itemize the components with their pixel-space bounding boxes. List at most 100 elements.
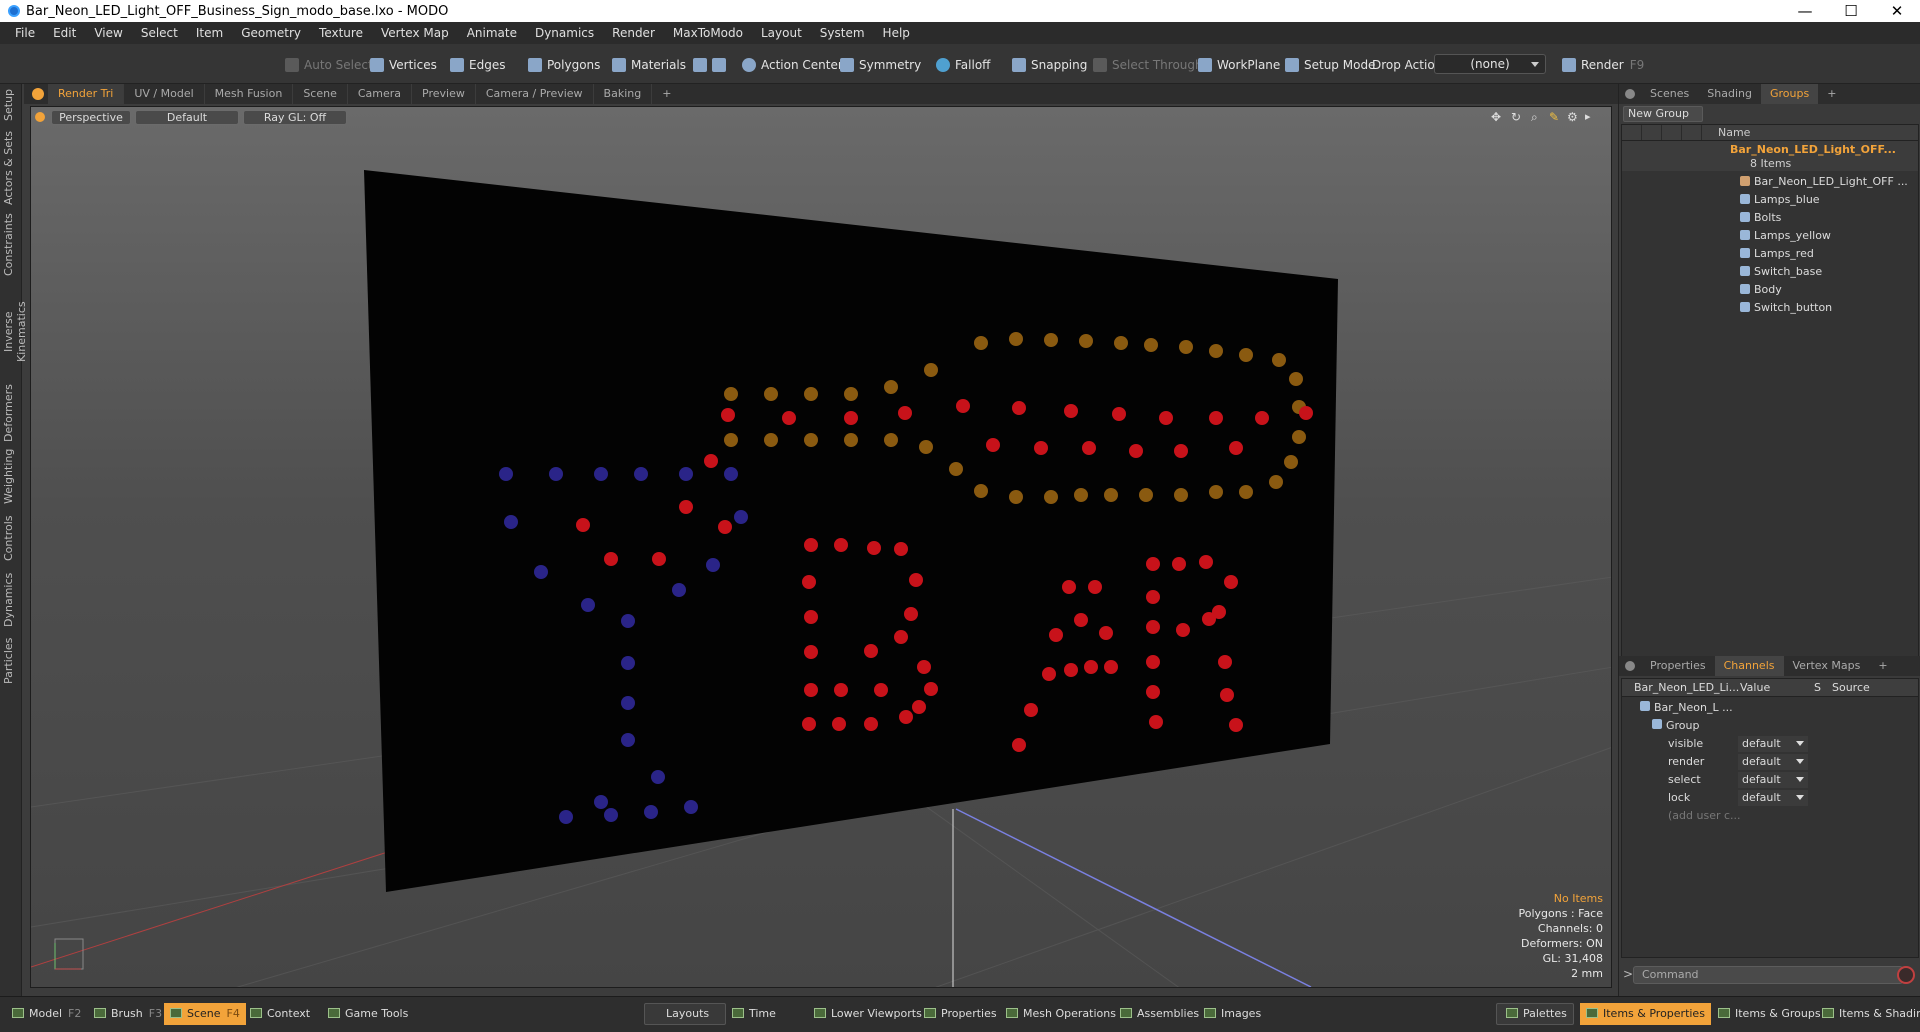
menu-item[interactable]: Item — [196, 26, 223, 40]
viewport-menu-icon[interactable] — [32, 88, 44, 100]
group-item[interactable]: Lamps_red — [1622, 245, 1920, 263]
tab-render-tri[interactable]: Render Tri — [48, 84, 125, 104]
channels-group-row[interactable]: Group — [1622, 717, 1918, 735]
menu-file[interactable]: File — [15, 26, 35, 40]
add-panel-tab-button[interactable]: + — [1869, 656, 1896, 676]
group-item[interactable]: Body — [1622, 281, 1920, 299]
expand-arrow-icon[interactable]: ▸ — [1585, 110, 1591, 123]
zoom-view-icon[interactable]: ⌕ — [1531, 110, 1538, 125]
pen-icon[interactable]: ✎ — [1549, 110, 1559, 124]
visible-value-select[interactable]: default — [1738, 736, 1808, 752]
channel-row-lock[interactable]: lock default — [1622, 789, 1918, 807]
command-input[interactable]: Command — [1633, 966, 1903, 984]
menu-system[interactable]: System — [820, 26, 865, 40]
tab-dynamics[interactable]: Dynamics — [2, 572, 20, 628]
panel-menu-icon[interactable] — [1625, 89, 1635, 99]
tab-camera-preview[interactable]: Camera / Preview — [476, 84, 594, 104]
menu-help[interactable]: Help — [883, 26, 910, 40]
channel-row-visible[interactable]: visible default — [1622, 735, 1918, 753]
tab-mesh-fusion[interactable]: Mesh Fusion — [205, 84, 294, 104]
channel-row-render[interactable]: render default — [1622, 753, 1918, 771]
items-groups-button[interactable]: Items & Groups — [1712, 1003, 1827, 1025]
menu-texture[interactable]: Texture — [319, 26, 363, 40]
render-value-select[interactable]: default — [1738, 754, 1808, 770]
menu-vertex-map[interactable]: Vertex Map — [381, 26, 449, 40]
gear-icon[interactable]: ⚙ — [1567, 110, 1578, 124]
channel-row-select[interactable]: select default — [1622, 771, 1918, 789]
layouts-button[interactable]: Layouts — [660, 1003, 715, 1025]
tab-baking[interactable]: Baking — [594, 84, 653, 104]
action-center-button[interactable]: Action Center — [742, 54, 843, 76]
add-panel-tab-button[interactable]: + — [1818, 84, 1845, 104]
palettes-button[interactable]: Palettes — [1500, 1003, 1573, 1025]
setup-mode-button[interactable]: Setup Mode — [1285, 54, 1375, 76]
3d-viewport[interactable]: Perspective Default Ray GL: Off ✥ ↻ ⌕ ✎ … — [30, 106, 1612, 988]
viewport-options-icon[interactable] — [35, 112, 45, 122]
materials-button[interactable]: Materials — [612, 54, 686, 76]
minimize-button[interactable]: — — [1782, 0, 1828, 22]
tab-deformers[interactable]: Deformers — [2, 384, 20, 442]
raygl-dropdown[interactable]: Ray GL: Off — [243, 110, 347, 125]
menu-geometry[interactable]: Geometry — [241, 26, 301, 40]
tab-constraints[interactable]: Constraints — [2, 213, 20, 276]
shading-dropdown[interactable]: Default — [135, 110, 239, 125]
eye-column-icon[interactable] — [1622, 125, 1642, 140]
items-properties-button[interactable]: Items & Properties — [1580, 1003, 1711, 1025]
menu-select[interactable]: Select — [141, 26, 178, 40]
tab-setup[interactable]: Setup — [2, 88, 20, 122]
select-through-button[interactable]: Select Through — [1093, 54, 1203, 76]
tab-controls[interactable]: Controls — [2, 512, 20, 564]
rotate-view-icon[interactable]: ↻ — [1511, 110, 1521, 124]
maximize-button[interactable]: ☐ — [1828, 0, 1874, 22]
workplane-button[interactable]: WorkPlane — [1198, 54, 1280, 76]
mesh-operations-button[interactable]: Mesh Operations — [1000, 1003, 1122, 1025]
new-group-button[interactable]: New Group — [1623, 106, 1703, 122]
tab-shading[interactable]: Shading — [1698, 84, 1761, 104]
select-column-icon[interactable] — [1682, 125, 1702, 140]
tab-scene[interactable]: Scene — [293, 84, 348, 104]
items-shading-button[interactable]: Items & Shading — [1816, 1003, 1920, 1025]
drop-action-select[interactable]: (none) — [1434, 53, 1546, 75]
time-button[interactable]: Time — [726, 1003, 782, 1025]
panel-menu-icon[interactable] — [1625, 661, 1635, 671]
tab-preview[interactable]: Preview — [412, 84, 476, 104]
add-tab-button[interactable]: + — [652, 84, 681, 104]
tab-groups[interactable]: Groups — [1760, 84, 1819, 104]
tab-properties[interactable]: Properties — [1641, 656, 1715, 676]
edges-button[interactable]: Edges — [450, 54, 505, 76]
group-root-row[interactable]: Bar_Neon_LED_Light_OFF... 8 Items — [1622, 141, 1918, 171]
snapping-button[interactable]: Snapping — [1012, 54, 1087, 76]
render-button[interactable]: Render F9 — [1562, 54, 1644, 76]
model-layout-button[interactable]: Model F2 — [6, 1003, 87, 1025]
group-item[interactable]: Bar_Neon_LED_Light_OFF ... — [1622, 173, 1920, 191]
tab-actors-sets[interactable]: Actors & Sets — [2, 130, 20, 206]
lower-viewports-button[interactable]: Lower Viewports — [808, 1003, 928, 1025]
move-view-icon[interactable]: ✥ — [1491, 110, 1501, 124]
channels-root-row[interactable]: Bar_Neon_L ... — [1622, 699, 1918, 717]
group-item[interactable]: Lamps_yellow — [1622, 227, 1920, 245]
tab-vertex-maps[interactable]: Vertex Maps — [1784, 656, 1870, 676]
falloff-button[interactable]: Falloff — [936, 54, 990, 76]
lock-value-select[interactable]: default — [1738, 790, 1808, 806]
select-mode-icons[interactable] — [693, 54, 731, 76]
lock-column-icon[interactable] — [1662, 125, 1682, 140]
images-button[interactable]: Images — [1198, 1003, 1267, 1025]
group-item[interactable]: Lamps_blue — [1622, 191, 1920, 209]
menu-animate[interactable]: Animate — [467, 26, 517, 40]
tab-channels[interactable]: Channels — [1714, 656, 1784, 676]
group-item[interactable]: Switch_button — [1622, 299, 1920, 317]
polygons-button[interactable]: Polygons — [528, 54, 600, 76]
close-button[interactable]: ✕ — [1874, 0, 1920, 22]
render-column-icon[interactable] — [1642, 125, 1662, 140]
brush-layout-button[interactable]: Brush F3 — [88, 1003, 168, 1025]
tab-particles[interactable]: Particles — [2, 636, 20, 686]
group-item[interactable]: Bolts — [1622, 209, 1920, 227]
menu-edit[interactable]: Edit — [53, 26, 76, 40]
record-icon[interactable] — [1897, 966, 1915, 984]
symmetry-button[interactable]: Symmetry — [840, 54, 921, 76]
select-value-select[interactable]: default — [1738, 772, 1808, 788]
group-item[interactable]: Switch_base — [1622, 263, 1920, 281]
menu-render[interactable]: Render — [612, 26, 655, 40]
tab-camera[interactable]: Camera — [348, 84, 413, 104]
tab-scenes[interactable]: Scenes — [1641, 84, 1698, 104]
